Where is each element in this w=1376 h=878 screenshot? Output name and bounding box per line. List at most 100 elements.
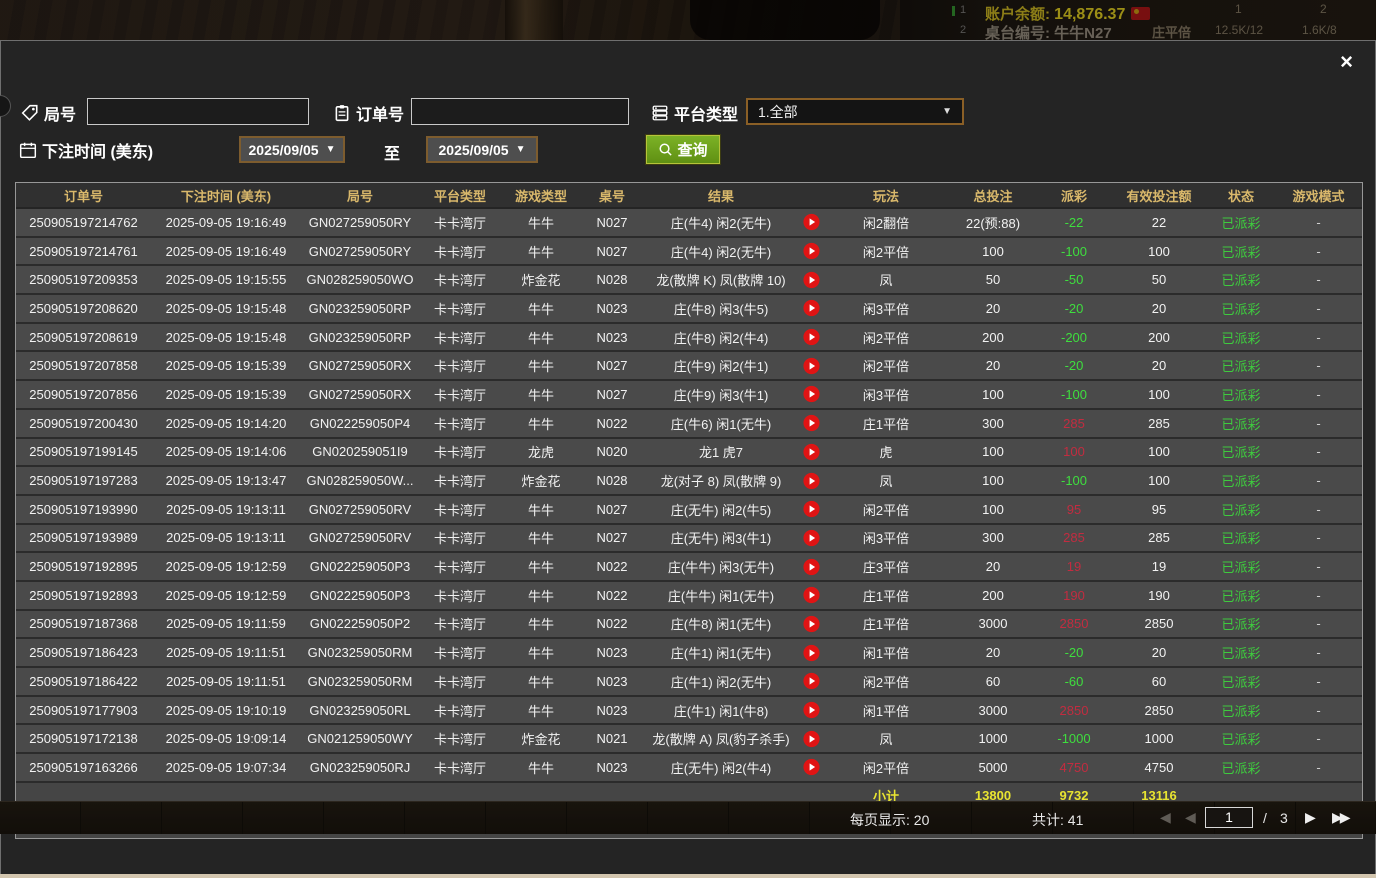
cell-game: 牛牛 [501,414,581,433]
first-page-button[interactable]: ◀ [1160,809,1168,826]
cell-round: GN028259050WO [301,272,419,287]
cell-play: 闲2平倍 [825,758,947,777]
replay-video-icon[interactable] [803,415,820,432]
cell-payout: -100 [1039,387,1109,402]
cell-time: 2025-09-05 19:10:19 [151,703,301,718]
cell-valid-bet: 50 [1109,272,1209,287]
replay-video-icon[interactable] [803,300,820,317]
cell-payout: 2850 [1039,703,1109,718]
replay-video-icon[interactable] [803,501,820,518]
cell-total-bet: 100 [947,244,1039,259]
cell-platform: 卡卡湾厅 [419,500,501,519]
cell-total-bet: 200 [947,330,1039,345]
cell-result: 庄(无牛) 闲2(牛5) [643,500,825,519]
round-input[interactable] [87,98,309,125]
replay-video-icon[interactable] [803,271,820,288]
cell-payout: -50 [1039,272,1109,287]
cell-status: 已派彩 [1209,299,1273,318]
cell-payout: -20 [1039,358,1109,373]
cell-payout: -20 [1039,301,1109,316]
cell-game: 牛牛 [501,557,581,576]
cell-order: 250905197197283 [16,473,151,488]
replay-video-icon[interactable] [803,587,820,604]
cell-status: 已派彩 [1209,328,1273,347]
cell-game: 炸金花 [501,471,581,490]
date-to-picker[interactable]: 2025/09/05 ▼ [426,136,538,163]
cell-result: 庄(牛1) 闲2(无牛) [643,672,825,691]
table-row: 2509051971928952025-09-05 19:12:59GN0222… [16,553,1362,582]
result-text: 庄(无牛) 闲3(牛1) [671,531,771,546]
result-text: 庄(牛1) 闲2(无牛) [671,675,771,690]
replay-video-icon[interactable] [803,529,820,546]
result-text: 龙1 虎7 [699,445,743,460]
cell-result: 庄(无牛) 闲2(牛4) [643,758,825,777]
replay-video-icon[interactable] [803,644,820,661]
replay-video-icon[interactable] [803,615,820,632]
cell-platform: 卡卡湾厅 [419,614,501,633]
cell-order: 250905197186423 [16,645,151,660]
cell-total-bet: 5000 [947,760,1039,775]
table-number-value: 牛牛N27 [1054,25,1112,40]
column-header: 玩法 [825,186,947,205]
table-row: 2509051971864232025-09-05 19:11:51GN0232… [16,639,1362,668]
date-from-value: 2025/09/05 [249,142,319,158]
platform-select[interactable]: 1.全部 ▼ [746,98,964,125]
cell-table: N023 [581,330,643,345]
result-text: 庄(牛1) 闲1(牛8) [674,704,769,719]
table-header-row: 订单号下注时间 (美东)局号平台类型游戏类型桌号结果玩法总投注派彩有效投注额状态… [16,183,1362,209]
cell-total-bet: 60 [947,674,1039,689]
cell-valid-bet: 2850 [1109,616,1209,631]
replay-video-icon[interactable] [803,558,820,575]
cell-payout: 285 [1039,530,1109,545]
replay-video-icon[interactable] [803,730,820,747]
replay-video-icon[interactable] [803,386,820,403]
cell-table: N021 [581,731,643,746]
replay-video-icon[interactable] [803,443,820,460]
cell-order: 250905197193990 [16,502,151,517]
close-icon[interactable]: × [1340,51,1353,73]
cell-game-mode: - [1273,731,1364,746]
query-button[interactable]: 查询 [646,135,720,164]
replay-video-icon[interactable] [803,472,820,489]
last-page-button[interactable]: ▶▶ [1332,809,1348,826]
cell-play: 庄1平倍 [825,614,947,633]
pillar-decor [505,0,563,40]
replay-video-icon[interactable] [803,357,820,374]
cell-platform: 卡卡湾厅 [419,672,501,691]
cell-game-mode: - [1273,559,1364,574]
cell-play: 闲1平倍 [825,701,947,720]
drawer-notch [0,95,11,117]
cell-order: 250905197187368 [16,616,151,631]
date-from-picker[interactable]: 2025/09/05 ▼ [239,136,345,163]
cell-game-mode: - [1273,703,1364,718]
replay-video-icon[interactable] [803,702,820,719]
table-row: 2509051971928932025-09-05 19:12:59GN0222… [16,582,1362,611]
game-background-strip: 1 2 账户余额: 14,876.37 桌台编号: 牛牛N27 1 2 庄平倍 … [0,0,1376,40]
page-input[interactable]: 1 [1205,807,1253,828]
replay-video-icon[interactable] [803,243,820,260]
order-input[interactable] [411,98,629,125]
bet-history-modal: × 局号 订单号 平台类型 1.全部 ▼ 下注时间 (美东) 2025/09/0… [0,40,1376,874]
cell-table: N023 [581,760,643,775]
cell-platform: 卡卡湾厅 [419,471,501,490]
cell-game: 牛牛 [501,500,581,519]
replay-video-icon[interactable] [803,214,820,231]
cell-result: 庄(牛4) 闲2(无牛) [643,242,825,261]
replay-video-icon[interactable] [803,759,820,776]
cell-play: 闲1平倍 [825,643,947,662]
replay-video-icon[interactable] [803,673,820,690]
cell-order: 250905197193989 [16,530,151,545]
cell-total-bet: 3000 [947,616,1039,631]
background-tab [0,802,81,834]
cell-play: 凤 [825,471,947,490]
cell-valid-bet: 19 [1109,559,1209,574]
prev-page-button[interactable]: ◀ [1185,809,1193,826]
cell-table: N022 [581,416,643,431]
cell-game: 牛牛 [501,701,581,720]
cell-game: 牛牛 [501,758,581,777]
next-page-button[interactable]: ▶ [1305,809,1313,826]
column-header: 总投注 [947,186,1039,205]
cell-valid-bet: 4750 [1109,760,1209,775]
replay-video-icon[interactable] [803,329,820,346]
cell-valid-bet: 2850 [1109,703,1209,718]
